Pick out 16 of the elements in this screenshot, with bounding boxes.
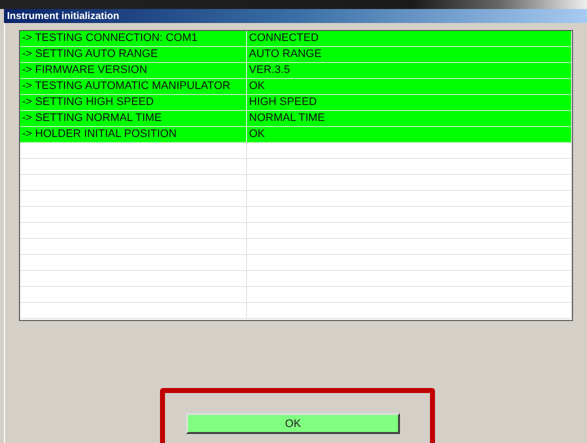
table-cell: -> TESTING AUTOMATIC MANIPULATOR [20,79,247,94]
table-cell: -> SETTING AUTO RANGE [20,47,247,62]
window-title: Instrument initialization [7,10,120,22]
table-cell: HIGH SPEED [247,95,572,110]
table-cell: VER.3.5 [247,63,572,78]
table-cell: -> HOLDER INITIAL POSITION [20,127,247,142]
ok-button[interactable]: OK [186,413,400,434]
table-cell: -> SETTING NORMAL TIME [20,111,247,126]
table-cell: OK [247,127,572,142]
table-cell: OK [247,79,572,94]
table-cell: CONNECTED [247,31,572,46]
table-cell: -> TESTING CONNECTION: COM1 [20,31,247,46]
table-cell: -> FIRMWARE VERSION [20,63,247,78]
table-cell: AUTO RANGE [247,47,572,62]
table-cell: -> SETTING HIGH SPEED [20,95,247,110]
table-cell: NORMAL TIME [247,111,572,126]
